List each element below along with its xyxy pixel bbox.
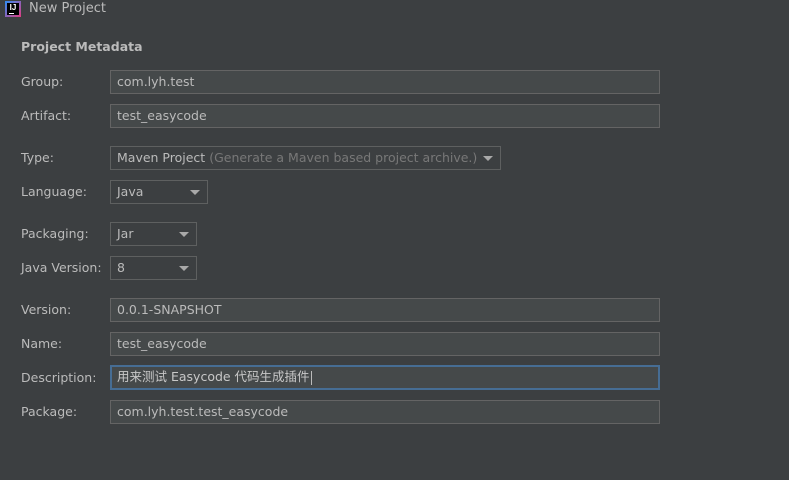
group-value: com.lyh.test: [117, 74, 195, 89]
version-label: Version:: [21, 302, 72, 317]
type-value: Maven Project: [117, 150, 206, 165]
version-input[interactable]: 0.0.1-SNAPSHOT: [110, 298, 660, 322]
name-value: test_easycode: [117, 336, 207, 351]
language-value: Java: [117, 184, 144, 199]
package-value: com.lyh.test.test_easycode: [117, 404, 289, 419]
description-label: Description:: [21, 370, 97, 385]
group-input[interactable]: com.lyh.test: [110, 70, 660, 94]
section-title: Project Metadata: [21, 39, 143, 54]
packaging-value: Jar: [117, 226, 134, 241]
chevron-down-icon: [179, 232, 189, 237]
text-cursor: [310, 370, 312, 385]
type-hint: (Generate a Maven based project archive.…: [209, 150, 478, 165]
window-title: New Project: [29, 1, 106, 16]
java-version-label: Java Version:: [21, 260, 102, 275]
new-project-dialog: IJ New Project Project Metadata Group: c…: [0, 0, 789, 480]
description-value: 用来测试 Easycode 代码生成插件: [117, 369, 310, 384]
artifact-label: Artifact:: [21, 108, 72, 123]
title-bar: IJ New Project: [0, 0, 789, 20]
name-label: Name:: [21, 336, 63, 351]
app-icon-glyph: IJ: [7, 3, 19, 15]
group-label: Group:: [21, 74, 64, 89]
artifact-input[interactable]: test_easycode: [110, 104, 660, 128]
java-version-dropdown[interactable]: 8: [110, 256, 197, 280]
packaging-label: Packaging:: [21, 226, 89, 241]
chevron-down-icon: [190, 190, 200, 195]
type-dropdown[interactable]: Maven Project (Generate a Maven based pr…: [110, 146, 501, 170]
version-value: 0.0.1-SNAPSHOT: [117, 302, 222, 317]
intellij-idea-icon: IJ: [5, 1, 21, 17]
chevron-down-icon: [179, 266, 189, 271]
language-dropdown[interactable]: Java: [110, 180, 208, 204]
language-label: Language:: [21, 184, 87, 199]
type-label: Type:: [21, 150, 54, 165]
chevron-down-icon: [483, 156, 493, 161]
artifact-value: test_easycode: [117, 108, 207, 123]
name-input[interactable]: test_easycode: [110, 332, 660, 356]
package-input[interactable]: com.lyh.test.test_easycode: [110, 400, 660, 424]
packaging-dropdown[interactable]: Jar: [110, 222, 197, 246]
description-input[interactable]: 用来测试 Easycode 代码生成插件: [110, 365, 660, 390]
package-label: Package:: [21, 404, 78, 419]
java-version-value: 8: [117, 260, 125, 275]
